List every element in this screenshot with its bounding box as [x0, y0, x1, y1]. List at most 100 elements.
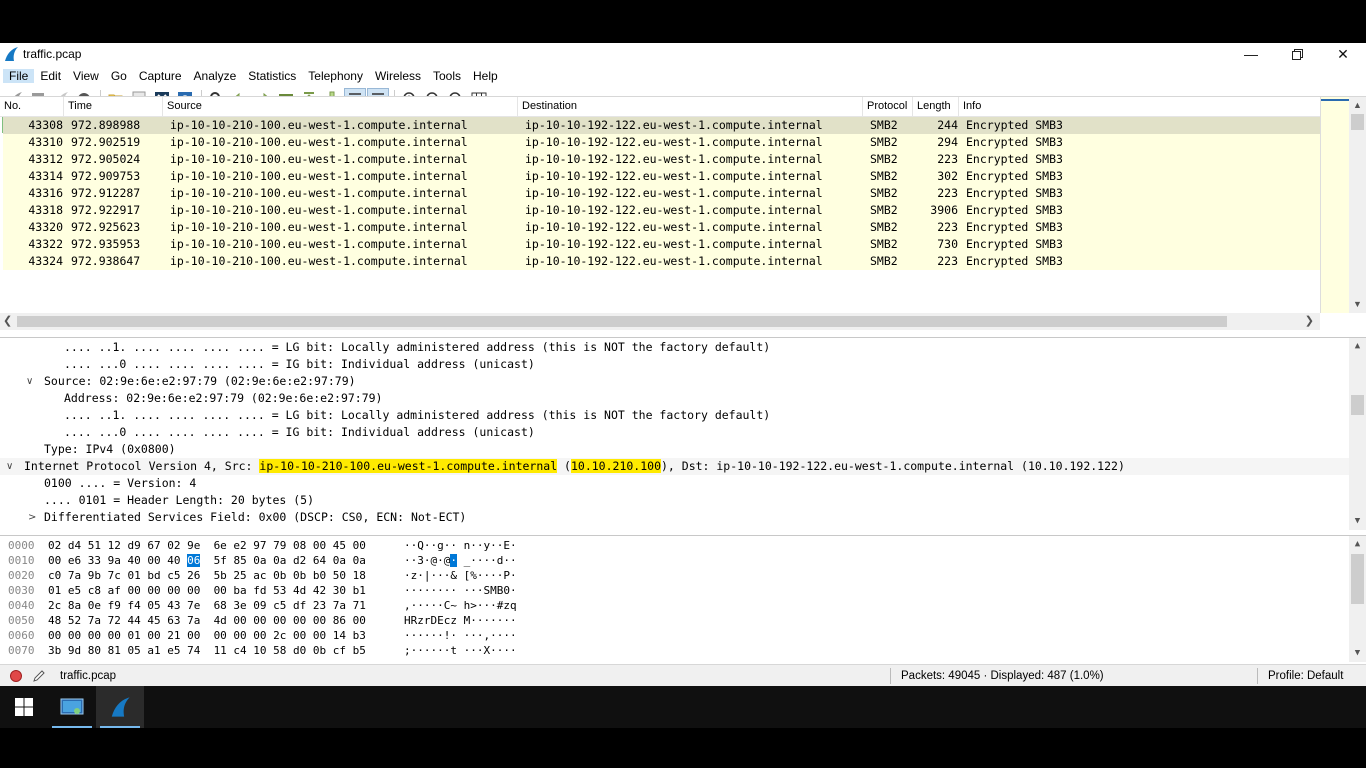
server-manager-taskbar-icon[interactable]	[48, 686, 96, 728]
hex-ascii: ········ ···SMB0·	[404, 584, 517, 597]
status-packets: Packets: 49045 · Displayed: 487 (1.0%)	[901, 670, 1104, 682]
menu-statistics[interactable]: Statistics	[242, 69, 302, 83]
detail-text: Source: 02:9e:6e:e2:97:79 (02:9e:6e:e2:9…	[44, 374, 356, 388]
restore-button[interactable]	[1274, 43, 1320, 65]
status-separator	[1257, 668, 1258, 684]
cell-no: 43316	[28, 186, 63, 200]
menu-analyze[interactable]: Analyze	[188, 69, 243, 83]
expand-chevron-right-icon[interactable]: >	[28, 509, 36, 526]
cell-time: 972.935953	[71, 237, 141, 251]
hex-line[interactable]: 0030 01 e5 c8 af 00 00 00 00 00 ba fd 53 …	[0, 583, 1349, 598]
status-file: traffic.pcap	[60, 670, 117, 682]
wireshark-fin-icon	[5, 47, 18, 61]
cell-no: 43314	[28, 169, 63, 183]
scroll-thumb[interactable]	[1351, 114, 1364, 130]
scroll-thumb[interactable]	[1351, 395, 1364, 415]
packet-row[interactable]: 43324 972.938647 ip-10-10-210-100.eu-west-…	[3, 253, 1320, 270]
detail-line[interactable]: Address: 02:9e:6e:e2:97:79 (02:9e:6e:e2:…	[0, 390, 1349, 407]
detail-source-node[interactable]: ∨ Source: 02:9e:6e:e2:97:79 (02:9e:6e:e2:…	[0, 373, 1349, 390]
hex-bytes: 00 00 00 00 01 00 21 00 00 00 00 2c 00 0…	[48, 629, 366, 642]
cell-time: 972.938647	[71, 254, 141, 268]
menu-edit[interactable]: Edit	[34, 69, 67, 83]
detail-line[interactable]: .... ..1. .... .... .... .... = LG bit: …	[0, 339, 1349, 356]
packet-row[interactable]: 43318 972.922917 ip-10-10-210-100.eu-west-…	[3, 202, 1320, 219]
menu-view[interactable]: View	[67, 69, 105, 83]
detail-line[interactable]: .... ...0 .... .... .... .... = IG bit: …	[0, 424, 1349, 441]
close-button[interactable]: ✕	[1320, 43, 1366, 65]
hex-line[interactable]: 0040 2c 8a 0e f9 f4 05 43 7e 68 3e 09 c5 …	[0, 598, 1349, 613]
packet-row[interactable]: 43312 972.905024 ip-10-10-210-100.eu-west-…	[3, 151, 1320, 168]
status-profile[interactable]: Profile: Default	[1268, 670, 1343, 682]
detail-ip-node[interactable]: ∨ Internet Protocol Version 4, Src: ip-10…	[0, 458, 1349, 475]
expert-info-icon[interactable]	[10, 670, 22, 682]
col-header-no[interactable]: No.	[0, 97, 64, 116]
menu-tools[interactable]: Tools	[427, 69, 467, 83]
status-separator	[890, 668, 891, 684]
col-header-length[interactable]: Length	[913, 97, 959, 116]
cell-protocol: SMB2	[870, 237, 898, 251]
scroll-thumb[interactable]	[1351, 554, 1364, 604]
hex-ascii: HRzrDEcz M·······	[404, 614, 517, 627]
hex-bytes: c0 7a 9b 7c 01 bd c5 26 5b 25 ac 0b 0b b…	[48, 569, 366, 582]
bytes-vscrollbar[interactable]: ▲ ▼	[1349, 536, 1366, 662]
packet-minimap[interactable]	[1320, 97, 1349, 313]
packet-list-hscrollbar[interactable]: ❮ ❯	[0, 313, 1320, 330]
col-header-protocol[interactable]: Protocol	[863, 97, 913, 116]
menu-bar: File Edit View Go Capture Analyze Statis…	[0, 65, 1366, 86]
packet-row[interactable]: 43316 972.912287 ip-10-10-210-100.eu-west-…	[3, 185, 1320, 202]
windows-start-icon[interactable]	[0, 686, 48, 728]
cell-length: 223	[937, 186, 958, 200]
col-header-time[interactable]: Time	[64, 97, 163, 116]
minimize-button[interactable]: —	[1228, 43, 1274, 65]
hex-ascii-part: _····d··	[456, 554, 517, 567]
cell-source: ip-10-10-210-100.eu-west-1.compute.inter…	[170, 152, 468, 166]
details-vscrollbar[interactable]: ▲ ▼	[1349, 338, 1366, 530]
hex-line[interactable]: 0010 00 e6 33 9a 40 00 40 06 5f 85 0a 0a …	[0, 553, 1349, 568]
detail-line[interactable]: .... 0101 = Header Length: 20 bytes (5)	[0, 492, 1349, 509]
menu-capture[interactable]: Capture	[133, 69, 188, 83]
capture-comment-pencil-icon[interactable]	[32, 669, 46, 683]
highlight-src-addr: 10.10.210.100	[570, 459, 661, 473]
menu-file[interactable]: File	[3, 68, 35, 83]
packet-row[interactable]: 43320 972.925623 ip-10-10-210-100.eu-west-…	[3, 219, 1320, 236]
detail-line[interactable]: .... ..1. .... .... .... .... = LG bit: …	[0, 407, 1349, 424]
menu-go[interactable]: Go	[105, 69, 133, 83]
cell-source: ip-10-10-210-100.eu-west-1.compute.inter…	[170, 135, 468, 149]
hex-line[interactable]: 0060 00 00 00 00 01 00 21 00 00 00 00 2c …	[0, 628, 1349, 643]
cell-source: ip-10-10-210-100.eu-west-1.compute.inter…	[170, 186, 468, 200]
hex-offset: 0000	[8, 539, 35, 552]
detail-line[interactable]: .... ...0 .... .... .... .... = IG bit: …	[0, 356, 1349, 373]
packet-list-vscrollbar[interactable]: ▲ ▼	[1349, 97, 1366, 313]
cell-length: 730	[937, 237, 958, 251]
cell-source: ip-10-10-210-100.eu-west-1.compute.inter…	[170, 237, 468, 251]
menu-telephony[interactable]: Telephony	[302, 69, 369, 83]
menu-wireless[interactable]: Wireless	[369, 69, 427, 83]
hex-offset: 0020	[8, 569, 35, 582]
detail-dsfield-node[interactable]: > Differentiated Services Field: 0x00 (DS…	[0, 509, 1349, 526]
detail-line[interactable]: 0100 .... = Version: 4	[0, 475, 1349, 492]
scroll-thumb[interactable]	[17, 316, 1227, 327]
packet-row[interactable]: 43310 972.902519 ip-10-10-210-100.eu-west-…	[3, 134, 1320, 151]
col-header-destination[interactable]: Destination	[518, 97, 863, 116]
collapse-chevron-icon[interactable]: ∨	[6, 458, 13, 475]
packet-rows: 43308 972.898988 ip-10-10-210-100.eu-west-…	[0, 117, 1320, 270]
hex-selected-byte: 06	[187, 554, 201, 567]
wireshark-taskbar-icon[interactable]	[96, 686, 144, 728]
hex-line[interactable]: 0020 c0 7a 9b 7c 01 bd c5 26 5b 25 ac 0b …	[0, 568, 1349, 583]
packet-row[interactable]: 43308 972.898988 ip-10-10-210-100.eu-west-…	[3, 117, 1320, 134]
hex-line[interactable]: 0050 48 52 7a 72 44 45 63 7a 4d 00 00 00 …	[0, 613, 1349, 628]
hex-line[interactable]: 0070 3b 9d 80 81 05 a1 e5 74 11 c4 10 58 …	[0, 643, 1349, 658]
cell-time: 972.909753	[71, 169, 141, 183]
packet-row[interactable]: 43322 972.935953 ip-10-10-210-100.eu-west-…	[3, 236, 1320, 253]
col-header-source[interactable]: Source	[163, 97, 518, 116]
cell-protocol: SMB2	[870, 254, 898, 268]
cell-destination: ip-10-10-192-122.eu-west-1.compute.inter…	[525, 237, 823, 251]
hex-line[interactable]: 0000 02 d4 51 12 d9 67 02 9e 6e e2 97 79 …	[0, 538, 1349, 553]
cell-no: 43322	[28, 237, 63, 251]
col-header-info[interactable]: Info	[959, 97, 1320, 116]
hex-selected-char: ·	[450, 554, 457, 567]
packet-row[interactable]: 43314 972.909753 ip-10-10-210-100.eu-west-…	[3, 168, 1320, 185]
detail-line[interactable]: Type: IPv4 (0x0800)	[0, 441, 1349, 458]
menu-help[interactable]: Help	[467, 69, 504, 83]
collapse-chevron-icon[interactable]: ∨	[26, 373, 33, 390]
